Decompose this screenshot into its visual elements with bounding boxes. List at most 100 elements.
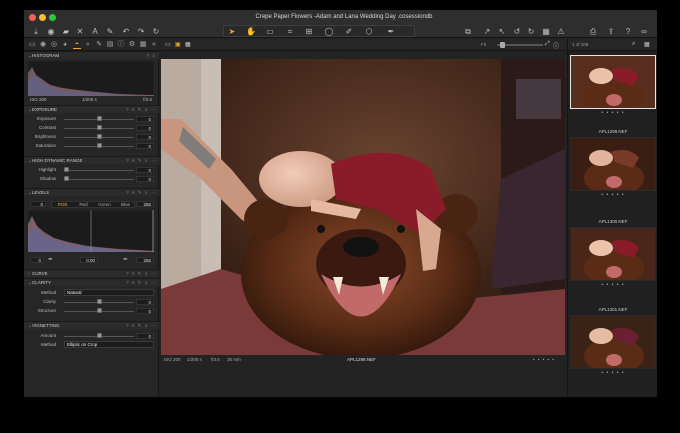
- white-picker-icon[interactable]: ✒: [123, 256, 128, 263]
- thumbnail-rating-0[interactable]: • • • • •: [570, 111, 656, 116]
- clarity-slider-value-1[interactable]: 0: [136, 308, 154, 314]
- zoom-slider-handle[interactable]: [500, 42, 505, 48]
- exposure-slider-handle-2[interactable]: [96, 134, 102, 139]
- exposure-slider-value-1[interactable]: 0: [136, 125, 154, 131]
- tab-details[interactable]: ⌕: [84, 41, 92, 49]
- image-viewer[interactable]: ISO 200 1/200 s f/3.5 35 mm APL1299.NEF …: [161, 59, 565, 397]
- hdr-slider-track-1[interactable]: [64, 179, 134, 180]
- undo-icon[interactable]: ↶: [121, 27, 131, 36]
- rotate-icon[interactable]: ↺: [512, 27, 522, 36]
- viewer-rating[interactable]: • • • • •: [533, 356, 555, 364]
- tab-adjust[interactable]: ▤: [106, 41, 114, 49]
- tab-batch[interactable]: ▦: [139, 41, 147, 49]
- rotate-right-icon[interactable]: ↻: [526, 27, 536, 36]
- zoom-label[interactable]: Fit: [481, 42, 486, 47]
- levels-out-mid[interactable]: 0.00: [80, 257, 98, 263]
- loupe-icon[interactable]: ▭: [265, 27, 275, 36]
- redo-icon[interactable]: ↷: [136, 27, 146, 36]
- levels-out-high[interactable]: 255: [136, 257, 154, 263]
- exposure-slider-value-3[interactable]: 0: [136, 143, 154, 149]
- tab-library[interactable]: ▭: [28, 41, 36, 49]
- exposure-slider-value-0[interactable]: 0: [136, 116, 154, 122]
- hdr-slider-handle-1[interactable]: [64, 176, 69, 181]
- thumbnail-rating-2[interactable]: • • • • •: [570, 283, 656, 288]
- levels-channel-tab-blue[interactable]: Blue: [115, 202, 136, 207]
- zoom-window-button[interactable]: [49, 14, 56, 21]
- tab-output[interactable]: ⚙: [128, 41, 136, 49]
- info-icon[interactable]: ⓘ: [553, 41, 559, 50]
- levels-header[interactable]: ⌄LEVELS? A ✎ ≡ ⋯: [24, 188, 159, 196]
- thumbnail-3[interactable]: [570, 315, 656, 369]
- grid-icon[interactable]: ▦: [541, 27, 551, 36]
- curve-header[interactable]: › CURVE? A ✎ ≡ ⋯: [24, 269, 159, 277]
- thumbnail-rating-3[interactable]: • • • • •: [570, 371, 656, 376]
- hdr-slider-value-0[interactable]: 0: [136, 167, 154, 173]
- camera-icon[interactable]: ◉: [46, 27, 56, 36]
- clarity-method-select[interactable]: Natural: [64, 289, 154, 296]
- redo-alt-icon[interactable]: ↻: [151, 27, 161, 36]
- tab-color[interactable]: ◕: [61, 41, 69, 49]
- hdr-slider-track-0[interactable]: [64, 170, 134, 171]
- vignetting-amount-value[interactable]: 0: [136, 333, 154, 339]
- thumbnail-image-1[interactable]: [571, 138, 656, 191]
- levels-channel-tab-red[interactable]: Red: [73, 202, 94, 207]
- keystone-icon[interactable]: ⊞: [304, 27, 314, 36]
- clarity-header[interactable]: ⌄CLARITY? A ✎ ≡ ⋯: [24, 278, 159, 286]
- print-icon[interactable]: ⎙: [588, 27, 598, 36]
- tab-exposure[interactable]: ◓: [73, 41, 81, 49]
- tab-metadata[interactable]: ⓘ: [117, 41, 125, 49]
- close-window-button[interactable]: [29, 14, 36, 21]
- thumbnail-2[interactable]: [570, 227, 656, 281]
- glasses-icon[interactable]: ∞: [639, 27, 649, 36]
- thumbnail-image-0[interactable]: [571, 56, 656, 109]
- black-picker-icon[interactable]: ✒: [48, 256, 53, 263]
- gradient-icon[interactable]: ⬡: [364, 27, 374, 36]
- tab-local[interactable]: ✎: [95, 41, 103, 49]
- hdr-header[interactable]: ⌄HIGH DYNAMIC RANGE? A ✎ ≡ ⋯: [24, 156, 159, 164]
- apply-icon[interactable]: ↗: [482, 27, 492, 36]
- levels-low-input[interactable]: 0: [30, 201, 46, 207]
- single-view-icon[interactable]: ▭: [165, 41, 171, 48]
- thumbnail-1[interactable]: [570, 137, 656, 191]
- mask-brush-icon[interactable]: ✐: [344, 27, 354, 36]
- minimize-window-button[interactable]: [39, 14, 46, 21]
- collapse-panel-icon[interactable]: «: [150, 41, 158, 49]
- thumbnail-rating-1[interactable]: • • • • •: [570, 193, 656, 198]
- exposure-slider-handle-1[interactable]: [96, 125, 102, 130]
- thumbnail-image-2[interactable]: [571, 228, 656, 281]
- help-icon[interactable]: ?: [623, 27, 633, 36]
- reset-icon[interactable]: ↖: [497, 27, 507, 36]
- warning-icon[interactable]: ⚠: [556, 27, 566, 36]
- browser-search-icon[interactable]: ⌕: [632, 41, 635, 48]
- vignetting-amount-handle[interactable]: [96, 333, 102, 338]
- multi-view-icon[interactable]: ▣: [175, 41, 181, 48]
- brush-icon[interactable]: ✎: [105, 27, 115, 36]
- levels-channel-tab-rgb[interactable]: RGB: [52, 202, 73, 207]
- histogram-header[interactable]: ⌄HISTOGRAM? ≡: [24, 51, 159, 59]
- grid-view-icon[interactable]: ▦: [185, 41, 191, 48]
- import-icon[interactable]: ⤓: [31, 27, 41, 36]
- clarity-slider-handle-1[interactable]: [96, 308, 102, 313]
- fit-icon[interactable]: ⤢: [545, 41, 550, 48]
- levels-out-low[interactable]: 0: [30, 257, 44, 263]
- share-icon[interactable]: ⇪: [606, 27, 616, 36]
- exposure-slider-handle-0[interactable]: [96, 116, 102, 121]
- main-photo[interactable]: [161, 59, 565, 355]
- picker-icon[interactable]: ✒: [386, 27, 396, 36]
- hdr-slider-value-1[interactable]: 0: [136, 176, 154, 182]
- thumbnail-0[interactable]: [570, 55, 656, 109]
- text-icon[interactable]: A: [90, 27, 100, 36]
- pointer-icon[interactable]: ➤: [227, 27, 237, 36]
- spot-icon[interactable]: ◯: [324, 27, 334, 36]
- clarity-slider-value-0[interactable]: 0: [136, 299, 154, 305]
- exposure-header[interactable]: ⌄EXPOSURE? A ✎ ≡ ⋯: [24, 105, 159, 113]
- exposure-slider-handle-3[interactable]: [96, 143, 102, 148]
- vignetting-header[interactable]: ⌄VIGNETTING? A ✎ ≡ ⋯: [24, 321, 159, 329]
- clarity-slider-handle-0[interactable]: [96, 299, 102, 304]
- tab-lens[interactable]: ◎: [50, 41, 58, 49]
- delete-icon[interactable]: ✕: [75, 27, 85, 36]
- exposure-slider-value-2[interactable]: 0: [136, 134, 154, 140]
- levels-high-input[interactable]: 255: [136, 201, 154, 207]
- hdr-slider-handle-0[interactable]: [64, 167, 69, 172]
- crop-icon[interactable]: ⌗: [285, 27, 295, 36]
